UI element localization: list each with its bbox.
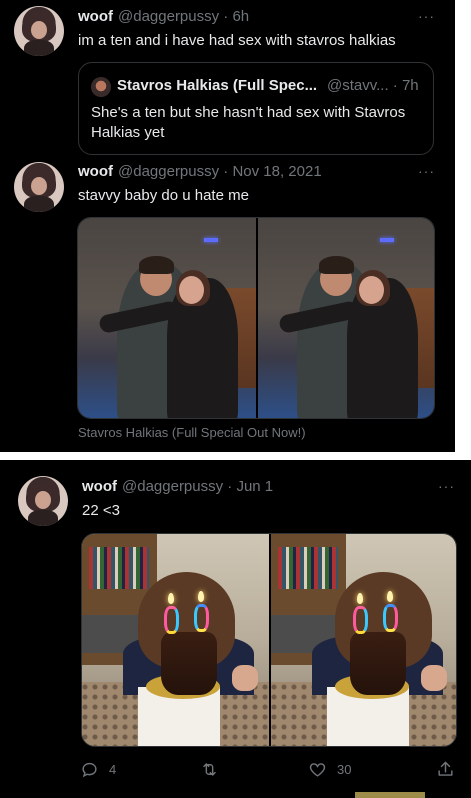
photo[interactable] (82, 534, 269, 746)
display-name[interactable]: woof (78, 163, 113, 180)
quoted-display-name: Stavros Halkias (Full Spec... (117, 77, 318, 94)
quoted-avatar (91, 77, 111, 97)
heart-icon (309, 763, 326, 777)
more-dots-icon[interactable]: ··· (438, 478, 455, 494)
media-caption[interactable]: Stavros Halkias (Full Special Out Now!) (78, 425, 306, 440)
share-icon (438, 761, 453, 776)
display-name[interactable]: woof (82, 478, 117, 495)
tweet-media[interactable] (77, 217, 435, 419)
tweet-actions: 4 30 (80, 760, 456, 784)
reply-count: 4 (109, 762, 117, 777)
tweet-text: stavvy baby do u hate me (78, 187, 249, 204)
display-name[interactable]: woof (78, 8, 113, 25)
like-button[interactable]: 30 (308, 760, 351, 779)
tweet-media[interactable] (81, 533, 457, 747)
handle-and-time[interactable]: @daggerpussy · Nov 18, 2021 (118, 163, 322, 180)
retweet-button[interactable] (200, 760, 229, 779)
avatar[interactable] (14, 162, 64, 212)
quoted-handle-and-time: @stavv... · 7h (327, 77, 419, 94)
handle-and-time[interactable]: @daggerpussy · 6h (118, 8, 249, 25)
cropped-edge (355, 792, 425, 798)
tweet-text: im a ten and i have had sex with stavros… (78, 32, 396, 49)
photo[interactable] (78, 218, 256, 418)
share-button[interactable] (436, 760, 455, 779)
photo[interactable] (271, 534, 456, 746)
handle-and-time[interactable]: @daggerpussy · Jun 1 (122, 478, 273, 495)
quoted-tweet-text: She's a ten but she hasn't had sex with … (91, 104, 406, 141)
tweet-text: 22 <3 (82, 502, 120, 519)
avatar[interactable] (18, 476, 68, 526)
reply-icon (82, 762, 97, 778)
photo[interactable] (258, 218, 434, 418)
quoted-tweet[interactable]: Stavros Halkias (Full Spec... @stavv... … (78, 62, 434, 155)
like-count: 30 (337, 762, 352, 777)
tweet-panel: woof @daggerpussy · Jun 1 ··· 22 <3 (0, 460, 471, 798)
avatar[interactable] (14, 6, 64, 56)
more-dots-icon[interactable]: ··· (418, 8, 435, 24)
reply-button[interactable]: 4 (80, 760, 116, 779)
retweet-icon (203, 763, 216, 776)
tweet-thread-panel: woof @daggerpussy · 6h ··· im a ten and … (0, 0, 455, 452)
more-dots-icon[interactable]: ··· (418, 163, 435, 179)
